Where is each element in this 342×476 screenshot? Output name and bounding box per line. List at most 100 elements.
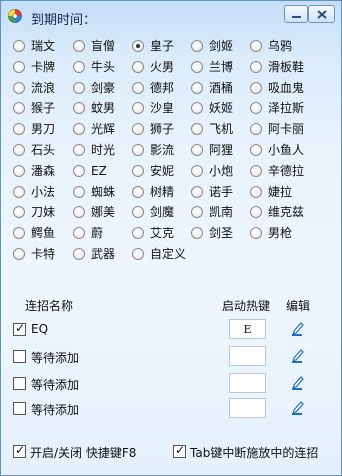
hero-radio[interactable]: [132, 81, 144, 94]
hero-label: 男枪: [268, 226, 293, 241]
hero-label: 光辉: [91, 122, 116, 137]
hero-radio[interactable]: [13, 206, 25, 219]
hero-label: 蚊男: [91, 101, 116, 116]
hero-radio[interactable]: [250, 102, 262, 115]
hero-radio[interactable]: [13, 248, 25, 260]
hero-radio[interactable]: [132, 60, 144, 73]
combo-row-hotkey-input[interactable]: [229, 346, 266, 366]
hero-radio[interactable]: [73, 206, 85, 219]
hero-radio[interactable]: [132, 185, 144, 198]
hero-radio[interactable]: [73, 102, 85, 115]
close-icon: [317, 10, 327, 19]
hero-radio[interactable]: [13, 164, 25, 177]
hotkey-toggle-label: 开启/关闭 快捷键F8: [30, 446, 137, 460]
hero-radio[interactable]: [73, 227, 85, 240]
hero-radio[interactable]: [191, 227, 203, 240]
hero-radio[interactable]: [132, 227, 144, 240]
hero-label: EZ: [91, 163, 107, 178]
combo-row-checkbox[interactable]: [13, 377, 26, 390]
hero-radio[interactable]: [132, 248, 144, 260]
combo-row-hotkey-input[interactable]: E: [229, 319, 266, 339]
hero-radio[interactable]: [250, 185, 262, 198]
hero-radio[interactable]: [13, 185, 25, 198]
combo-row-checkbox[interactable]: [13, 350, 26, 363]
hero-label: 卡特: [31, 247, 56, 261]
hotkey-toggle-checkbox[interactable]: [13, 443, 26, 458]
hero-radio[interactable]: [191, 206, 203, 219]
hero-label: 飞机: [209, 122, 234, 137]
hero-radio[interactable]: [132, 164, 144, 177]
hero-radio[interactable]: [250, 123, 262, 136]
combo-row-hotkey-input[interactable]: [229, 373, 266, 393]
combo-row-checkbox[interactable]: [13, 402, 26, 415]
hero-radio[interactable]: [13, 227, 25, 240]
hero-radio[interactable]: [191, 102, 203, 115]
edit-pencil-icon[interactable]: [291, 348, 305, 364]
hero-label: 剑魔: [150, 205, 175, 220]
hero-label: 剑圣: [209, 226, 234, 241]
hero-radio[interactable]: [250, 227, 262, 240]
hero-label: 树精: [150, 184, 175, 199]
edit-pencil-icon[interactable]: [291, 375, 305, 391]
hero-label: 泽拉斯: [268, 101, 305, 116]
hero-label: 小鱼人: [268, 143, 305, 157]
hero-radio[interactable]: [73, 164, 85, 177]
hero-radio[interactable]: [132, 144, 144, 156]
hero-label: 安妮: [150, 163, 175, 178]
hero-radio[interactable]: [132, 123, 144, 136]
hero-label: 狮子: [150, 122, 175, 137]
hero-radio[interactable]: [250, 164, 262, 177]
edit-header: 编辑: [286, 299, 311, 313]
hero-label: 刀妹: [31, 205, 56, 220]
tab-interrupt-checkbox[interactable]: [173, 443, 186, 458]
hero-label: 德邦: [150, 80, 175, 95]
hero-radio[interactable]: [13, 60, 25, 73]
hero-label: 辛德拉: [268, 163, 305, 178]
combo-row-hotkey-input[interactable]: [229, 398, 266, 418]
hero-label: 艾克: [150, 226, 175, 241]
hero-radio[interactable]: [191, 40, 203, 52]
hero-radio[interactable]: [250, 144, 262, 156]
hero-radio[interactable]: [73, 123, 85, 136]
title-bar[interactable]: 到期时间：: [1, 1, 341, 31]
hero-radio[interactable]: [191, 164, 203, 177]
hero-radio[interactable]: [250, 60, 262, 73]
hero-radio[interactable]: [13, 40, 25, 52]
hero-radio[interactable]: [73, 185, 85, 198]
hero-radio[interactable]: [13, 81, 25, 94]
hero-radio[interactable]: [73, 81, 85, 94]
hero-radio[interactable]: [191, 81, 203, 94]
hero-label: 维克兹: [268, 205, 305, 220]
hero-label: 阿狸: [209, 143, 234, 157]
tab-interrupt-label: Tab键中断施放中的连招: [190, 446, 319, 460]
combo-row: 等待添加: [13, 398, 333, 420]
hero-label: 火男: [150, 59, 175, 74]
hero-radio[interactable]: [250, 40, 262, 52]
hero-radio[interactable]: [73, 248, 85, 260]
minimize-button[interactable]: [284, 5, 308, 23]
close-button[interactable]: [308, 5, 335, 23]
hero-radio[interactable]: [191, 144, 203, 156]
combo-row-checkbox[interactable]: [13, 321, 26, 336]
hero-radio[interactable]: [191, 185, 203, 198]
hero-radio[interactable]: [132, 206, 144, 219]
hero-radio[interactable]: [250, 81, 262, 94]
edit-pencil-icon[interactable]: [291, 321, 305, 337]
hero-radio[interactable]: [191, 123, 203, 136]
hero-radio[interactable]: [13, 144, 25, 156]
edit-pencil-icon[interactable]: [291, 400, 305, 416]
hero-radio[interactable]: [73, 40, 85, 52]
hero-radio[interactable]: [132, 102, 144, 115]
hero-radio[interactable]: [73, 144, 85, 156]
hero-label: 娜美: [91, 205, 116, 220]
hero-label: 蜘蛛: [91, 184, 116, 199]
hero-radio[interactable]: [250, 206, 262, 219]
hero-radio[interactable]: [13, 123, 25, 136]
hero-radio[interactable]: [73, 60, 85, 73]
hero-radio[interactable]: [13, 102, 25, 115]
hero-radio[interactable]: [132, 40, 144, 52]
hero-label: 男刀: [31, 122, 56, 137]
hero-radio[interactable]: [191, 60, 203, 73]
combo-row: EQ E: [13, 319, 333, 341]
combo-row-name: 等待添加: [31, 351, 80, 365]
